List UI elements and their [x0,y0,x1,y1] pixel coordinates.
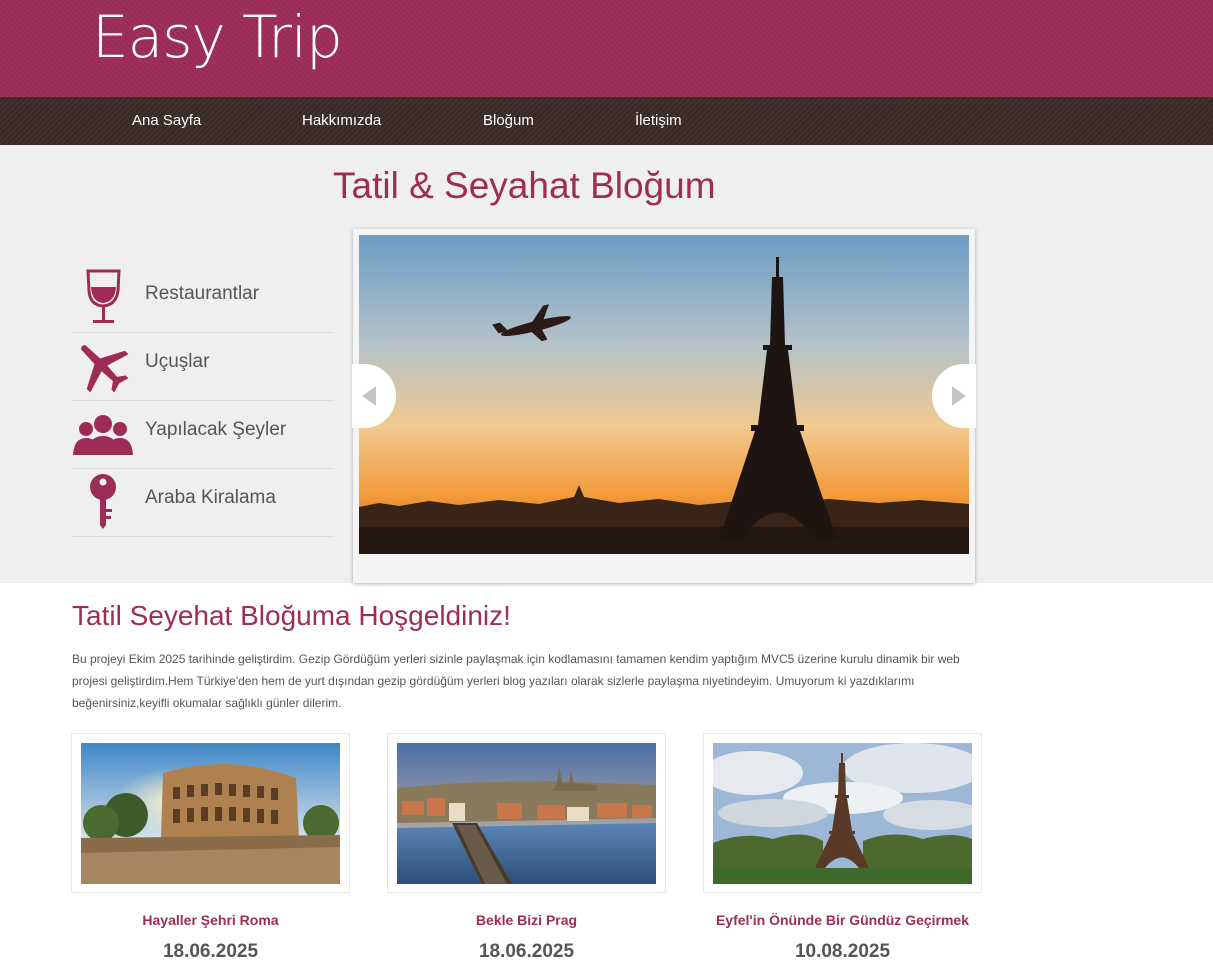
blog-post-card: Hayaller Şehri Roma 18.06.2025 [71,733,350,963]
post-date: 18.06.2025 [478,941,575,962]
main-nav: Ana Sayfa Hakkımızda Bloğum İletişim [0,97,1213,145]
nav-item-about[interactable]: Hakkımızda [302,97,381,145]
welcome-text: Bu projeyi Ekim 2025 tarihinde geliştird… [72,652,960,710]
category-label: Restaurantlar [145,283,260,304]
post-image-eiffel-day [713,743,972,884]
people-icon [72,405,134,465]
category-label: Yapılacak Şeyler [145,419,287,440]
chevron-left-icon [362,386,376,406]
page-title: Tatil & Seyahat Bloğum [333,165,716,206]
category-item-flights[interactable]: Uçuşlar [72,333,334,401]
post-title-link[interactable]: Hayaller Şehri Roma [71,912,350,928]
chevron-right-icon [952,386,966,406]
post-date: 10.08.2025 [794,941,891,962]
category-label: Uçuşlar [145,351,210,372]
key-icon [72,473,134,533]
category-item-things-to-do[interactable]: Yapılacak Şeyler [72,401,334,469]
nav-item-blog[interactable]: Bloğum [483,97,534,145]
site-header: Easy Trip [0,0,1213,97]
category-label: Araba Kiralama [145,487,276,508]
wine-glass-icon [72,269,134,329]
post-thumbnail-link[interactable] [71,733,350,893]
blog-post-card: Eyfel'in Önünde Bir Gündüz Geçirmek 10.0… [703,733,982,963]
welcome-title: Tatil Seyehat Bloğuma Hoşgeldiniz! [72,600,511,631]
category-list: Restaurantlar Uçuşlar Yapılacak Şeyler A… [72,265,334,537]
post-thumbnail-link[interactable] [703,733,982,893]
slide-image-eiffel-sunset [359,235,969,554]
post-image-colosseum [81,743,340,884]
post-title-link[interactable]: Eyfel'in Önünde Bir Gündüz Geçirmek [703,912,982,928]
post-title-link[interactable]: Bekle Bizi Prag [387,912,666,928]
category-item-restaurants[interactable]: Restaurantlar [72,265,334,333]
hero-section: Tatil & Seyahat Bloğum Restaurantlar Uçu… [0,145,1213,583]
slider-next-button[interactable] [932,364,976,428]
image-slider [352,229,976,583]
nav-item-contact[interactable]: İletişim [635,97,682,145]
post-thumbnail-link[interactable] [387,733,666,893]
post-date: 18.06.2025 [162,941,259,962]
slider-prev-button[interactable] [352,364,396,428]
blog-post-card: Bekle Bizi Prag 18.06.2025 [387,733,666,963]
category-item-car-rental[interactable]: Araba Kiralama [72,469,334,537]
site-logo[interactable]: Easy Trip [92,2,343,72]
post-image-prague [397,743,656,884]
nav-item-home[interactable]: Ana Sayfa [132,97,201,145]
airplane-icon [72,337,134,397]
